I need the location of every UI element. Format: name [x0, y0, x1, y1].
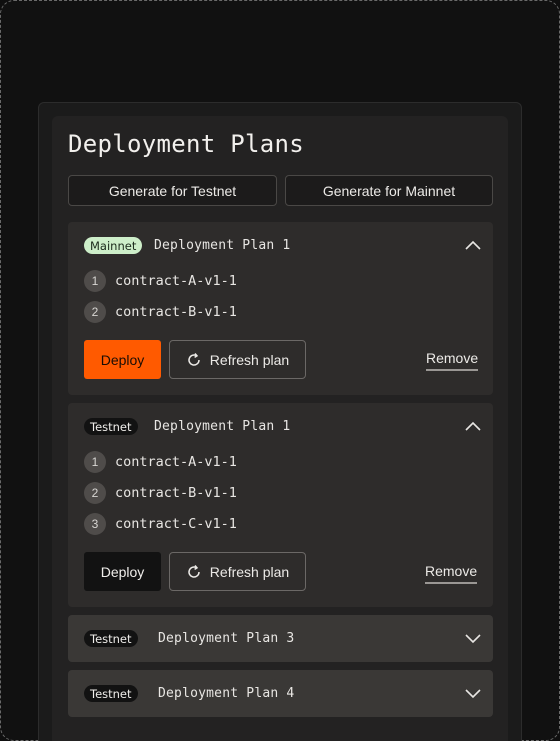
step-number: 1 — [84, 270, 106, 292]
contract-item-label: contract-A-v1-1 — [115, 454, 237, 470]
chevron-up-icon[interactable] — [465, 240, 481, 250]
refresh-icon — [188, 564, 200, 578]
plan-title: Deployment Plan 4 — [158, 686, 295, 701]
chevron-down-icon[interactable] — [465, 689, 481, 699]
step-number: 1 — [84, 451, 106, 473]
network-badge-testnet: Testnet — [84, 685, 138, 702]
refresh-plan-button[interactable]: Refresh plan — [169, 552, 306, 591]
deploy-button[interactable]: Deploy — [84, 552, 161, 591]
step-number: 2 — [84, 301, 106, 323]
contract-item-label: contract-C-v1-1 — [115, 516, 237, 532]
deploy-button[interactable]: Deploy — [84, 340, 161, 379]
refresh-icon — [188, 352, 200, 366]
generate-testnet-button[interactable]: Generate for Testnet — [68, 175, 277, 206]
plan-title: Deployment Plan 1 — [154, 419, 291, 434]
generate-mainnet-button[interactable]: Generate for Mainnet — [285, 175, 493, 206]
contract-item-label: contract-B-v1-1 — [115, 485, 237, 501]
contract-item-label: contract-B-v1-1 — [115, 304, 237, 320]
refresh-plan-button[interactable]: Refresh plan — [169, 340, 306, 379]
page-title: Deployment Plans — [68, 130, 304, 158]
step-number: 3 — [84, 513, 106, 535]
contract-item-label: contract-A-v1-1 — [115, 273, 237, 289]
plan-title: Deployment Plan 3 — [158, 631, 295, 646]
refresh-plan-label: Refresh plan — [209, 351, 290, 368]
refresh-plan-label: Refresh plan — [209, 563, 290, 580]
remove-plan-link[interactable]: Remove — [425, 563, 478, 584]
network-badge-testnet: Testnet — [84, 418, 138, 435]
network-badge-testnet: Testnet — [84, 630, 138, 647]
network-badge-mainnet: Mainnet — [84, 237, 143, 254]
plan-title: Deployment Plan 1 — [154, 238, 291, 253]
chevron-up-icon[interactable] — [465, 421, 481, 431]
remove-plan-link[interactable]: Remove — [426, 350, 479, 371]
step-number: 2 — [84, 482, 106, 504]
chevron-down-icon[interactable] — [465, 634, 481, 644]
